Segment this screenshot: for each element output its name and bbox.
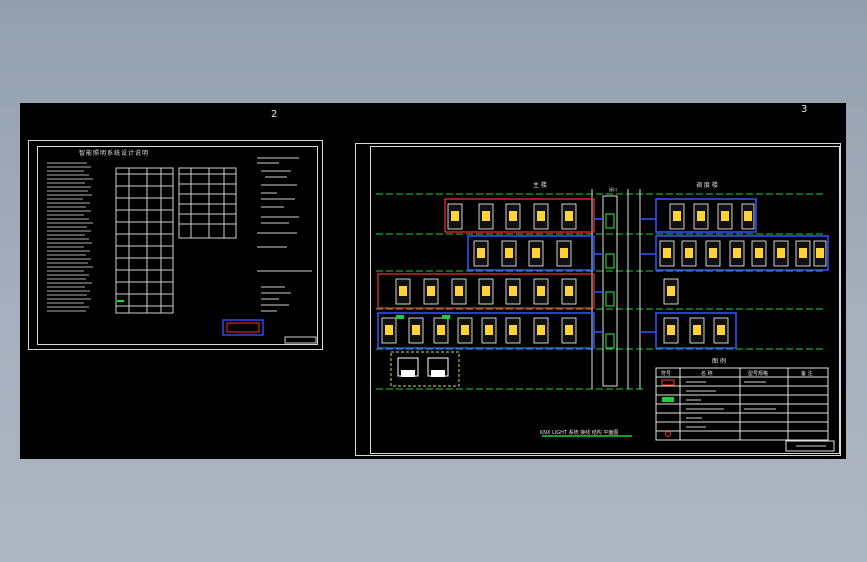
drawing-sheet-left[interactable]: 智能照明系统设计说明 bbox=[28, 140, 323, 350]
equipment-table-1 bbox=[115, 167, 174, 314]
sheet-number-right: 3 bbox=[801, 104, 808, 115]
cad-model-viewport[interactable]: 2 3 智能照明系统设计说明 主 楼 调 度 楼 接口 图 例 符号 名 称 型… bbox=[20, 103, 846, 459]
sheet-number-left: 2 bbox=[271, 109, 278, 120]
annex-cabinets bbox=[640, 198, 829, 349]
control-room bbox=[390, 351, 460, 387]
design-notes-graphics bbox=[47, 157, 317, 344]
drawing-title: KNX LIGHT 系统 接线 结构 平面图 bbox=[540, 430, 619, 436]
title-block-left bbox=[284, 336, 317, 344]
legend-header-symbol: 符号 bbox=[661, 371, 672, 377]
legend-header-name: 名 称 bbox=[701, 371, 713, 377]
equipment-table-2 bbox=[178, 167, 237, 239]
wiring-plan-graphics bbox=[376, 189, 835, 452]
legend-header-model: 型号规格 bbox=[748, 371, 769, 377]
drawing-sheet-right[interactable]: 主 楼 调 度 楼 接口 图 例 符号 名 称 型号规格 备 注 KNX LIG… bbox=[355, 143, 841, 456]
legend-header-note: 备 注 bbox=[801, 371, 813, 377]
main-building-cabinets bbox=[377, 198, 603, 349]
stamp-box bbox=[222, 319, 264, 336]
notes-text-column bbox=[47, 162, 93, 312]
legend-title: 图 例 bbox=[712, 358, 726, 365]
legend-table bbox=[655, 367, 829, 441]
